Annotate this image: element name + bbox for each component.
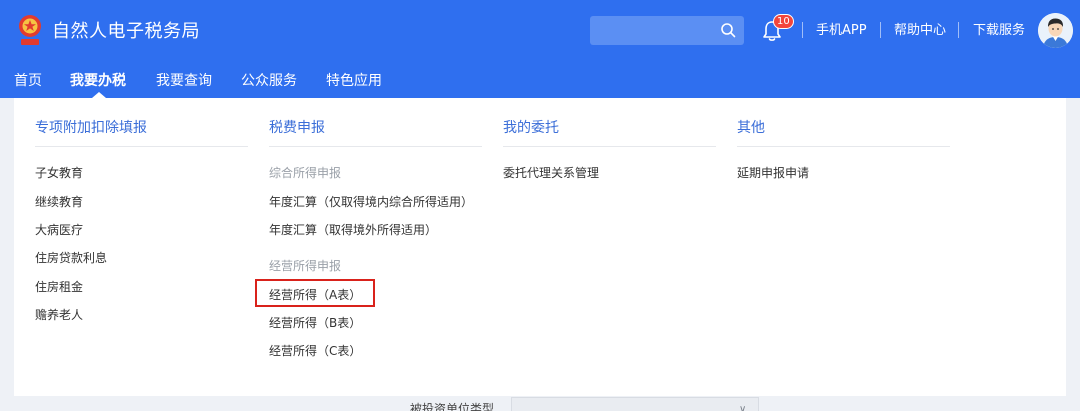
mobile-app-link[interactable]: 手机APP: [816, 22, 867, 40]
divider: [503, 146, 716, 147]
divider: [269, 146, 482, 147]
menu-item-business-income-b[interactable]: 经营所得（B表）: [269, 315, 361, 331]
menu-column-header[interactable]: 税费申报: [269, 118, 325, 138]
tax-emblem-icon[interactable]: [14, 13, 46, 47]
menu-subheader-comprehensive-income: 综合所得申报: [269, 166, 342, 180]
menu-item-agency-relationship[interactable]: 委托代理关系管理: [503, 165, 599, 181]
menu-item-continuing-education[interactable]: 继续教育: [35, 194, 83, 210]
dropdown-menu-panel: 专项附加扣除填报 子女教育 继续教育 大病医疗 住房贷款利息 住房租金 赡养老人…: [14, 98, 1066, 396]
site-title[interactable]: 自然人电子税务局: [52, 19, 200, 45]
notification-badge: 10: [773, 14, 794, 29]
divider: [35, 146, 248, 147]
menu-item-elderly-support[interactable]: 赡养老人: [35, 307, 83, 323]
divider: [880, 22, 881, 38]
investee-type-label: 被投资单位类型: [410, 402, 495, 411]
menu-item-deferred-filing[interactable]: 延期申报申请: [737, 165, 809, 181]
menu-column-special-deductions: 专项附加扣除填报 子女教育 继续教育 大病医疗 住房贷款利息 住房租金 赡养老人: [35, 98, 248, 348]
nav-item-special-apps[interactable]: 特色应用: [326, 71, 382, 91]
menu-column-my-delegation: 我的委托 委托代理关系管理: [503, 98, 716, 198]
menu-column-tax-filing: 税费申报 综合所得申报 年度汇算（仅取得境内综合所得适用） 年度汇算（取得境外所…: [269, 98, 482, 378]
menu-item-children-education[interactable]: 子女教育: [35, 165, 83, 181]
nav-item-public-service[interactable]: 公众服务: [241, 71, 297, 91]
search-input[interactable]: [590, 16, 744, 45]
top-header: 自然人电子税务局 10 手机APP 帮助中心 下载服务 首页 我要办税 我要查询…: [0, 0, 1080, 98]
menu-column-other: 其他 延期申报申请: [737, 98, 950, 198]
highlight-box: [255, 279, 375, 307]
investee-type-select[interactable]: [511, 397, 759, 411]
download-service-link[interactable]: 下载服务: [973, 22, 1025, 40]
search-icon[interactable]: [720, 22, 736, 38]
menu-column-header[interactable]: 其他: [737, 118, 765, 138]
menu-subheader-business-income: 经营所得申报: [269, 259, 342, 273]
divider: [737, 146, 950, 147]
menu-item-business-income-c[interactable]: 经营所得（C表）: [269, 343, 361, 359]
menu-item-serious-illness[interactable]: 大病医疗: [35, 222, 83, 238]
user-avatar-icon: [1038, 13, 1073, 48]
nav-item-tax-handling[interactable]: 我要办税: [70, 71, 126, 91]
avatar[interactable]: [1038, 13, 1073, 48]
divider: [958, 22, 959, 38]
menu-item-housing-rent[interactable]: 住房租金: [35, 279, 83, 295]
menu-item-annual-settlement-overseas[interactable]: 年度汇算（取得境外所得适用）: [269, 222, 437, 238]
nav-item-home[interactable]: 首页: [14, 71, 42, 91]
nav-item-query[interactable]: 我要查询: [156, 71, 212, 91]
menu-item-annual-settlement-domestic[interactable]: 年度汇算（仅取得境内综合所得适用）: [269, 194, 473, 210]
menu-item-mortgage-interest[interactable]: 住房贷款利息: [35, 250, 107, 266]
help-center-link[interactable]: 帮助中心: [894, 22, 946, 40]
menu-column-header[interactable]: 专项附加扣除填报: [35, 118, 147, 138]
menu-column-header[interactable]: 我的委托: [503, 118, 559, 138]
chevron-down-icon[interactable]: ∨: [739, 404, 746, 411]
divider: [802, 22, 803, 38]
